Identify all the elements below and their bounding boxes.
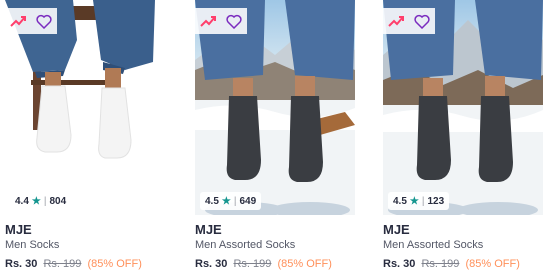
current-price: Rs. 30 — [5, 258, 38, 270]
product-brand[interactable]: MJE — [195, 222, 222, 237]
product-price: Rs. 30 Rs. 199 (85% OFF) — [195, 258, 332, 270]
rating-separator: | — [421, 195, 425, 207]
rating-badge: 4.4 ★ | 804 — [10, 192, 72, 210]
discount-label: (85% OFF) — [87, 258, 142, 270]
wishlist-heart-icon[interactable] — [221, 8, 247, 34]
rating-badge: 4.5 ★ | 649 — [200, 192, 262, 210]
rating-separator: | — [43, 195, 47, 207]
discount-label: (85% OFF) — [277, 258, 332, 270]
rating-value: 4.5 — [393, 195, 407, 207]
star-icon: ★ — [221, 195, 231, 207]
wishlist-heart-icon[interactable] — [31, 8, 57, 34]
product-price: Rs. 30 Rs. 199 (85% OFF) — [383, 258, 520, 270]
rating-count: 123 — [427, 195, 445, 207]
star-icon: ★ — [409, 195, 419, 207]
rating-value: 4.4 — [15, 195, 29, 207]
product-brand[interactable]: MJE — [5, 222, 32, 237]
rating-count: 649 — [239, 195, 257, 207]
product-name[interactable]: Men Assorted Socks — [383, 239, 483, 251]
original-price: Rs. 199 — [43, 258, 82, 270]
original-price: Rs. 199 — [233, 258, 272, 270]
product-badges — [5, 8, 57, 34]
product-badges — [195, 8, 247, 34]
product-card[interactable]: 4.4 ★ | 804 MJE Men Socks Rs. 30 Rs. 199… — [5, 0, 165, 274]
rating-badge: 4.5 ★ | 123 — [388, 192, 450, 210]
rating-separator: | — [233, 195, 237, 207]
product-card[interactable]: 4.5 ★ | 649 MJE Men Assorted Socks Rs. 3… — [195, 0, 355, 274]
product-grid: 4.4 ★ | 804 MJE Men Socks Rs. 30 Rs. 199… — [0, 0, 545, 274]
original-price: Rs. 199 — [421, 258, 460, 270]
trending-up-icon — [195, 8, 221, 34]
wishlist-heart-icon[interactable] — [409, 8, 435, 34]
product-name[interactable]: Men Socks — [5, 239, 59, 251]
current-price: Rs. 30 — [383, 258, 416, 270]
rating-value: 4.5 — [205, 195, 219, 207]
product-name[interactable]: Men Assorted Socks — [195, 239, 295, 251]
star-icon: ★ — [31, 195, 41, 207]
product-price: Rs. 30 Rs. 199 (85% OFF) — [5, 258, 142, 270]
discount-label: (85% OFF) — [465, 258, 520, 270]
current-price: Rs. 30 — [195, 258, 228, 270]
rating-count: 804 — [49, 195, 67, 207]
product-badges — [383, 8, 435, 34]
product-card[interactable]: 4.5 ★ | 123 MJE Men Assorted Socks Rs. 3… — [383, 0, 543, 274]
product-brand[interactable]: MJE — [383, 222, 410, 237]
trending-up-icon — [383, 8, 409, 34]
trending-up-icon — [5, 8, 31, 34]
